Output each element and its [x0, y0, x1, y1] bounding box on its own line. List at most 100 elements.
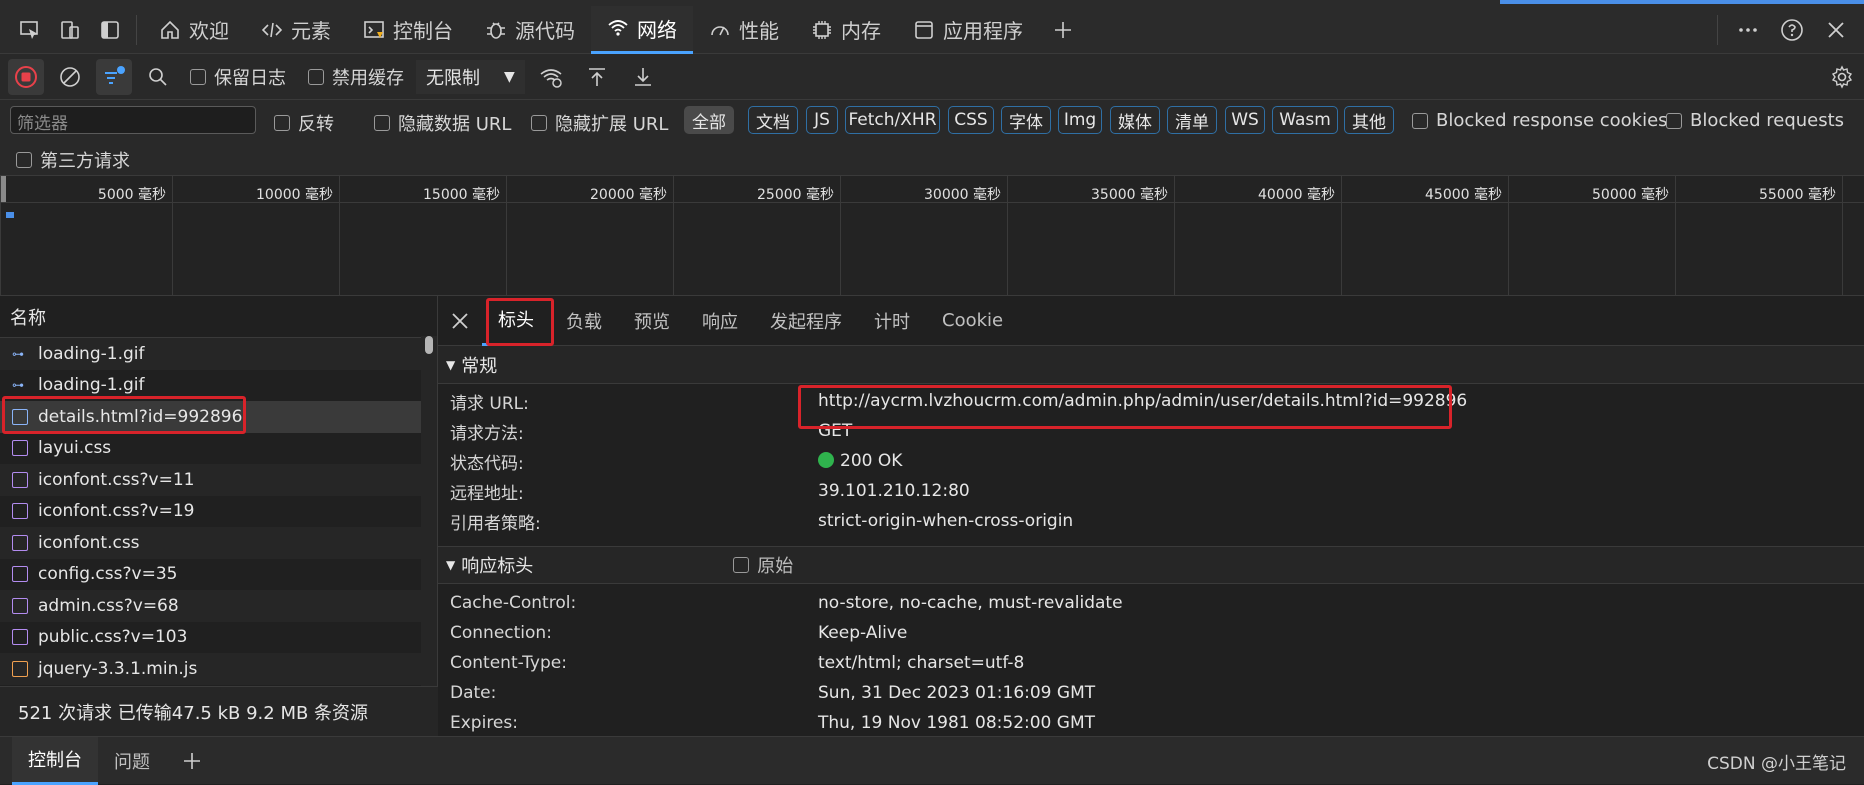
checkbox-icon — [1412, 112, 1428, 129]
record-stop-icon[interactable] — [8, 58, 44, 95]
settings-gear-icon[interactable] — [1822, 57, 1862, 97]
type-filter-wasm[interactable]: Wasm — [1272, 106, 1338, 134]
chevron-down-icon: ▼ — [504, 68, 515, 85]
header-row: Content-Type: text/html; charset=utf-8 — [450, 653, 1025, 673]
tab-application[interactable]: 应用程序 — [897, 6, 1039, 54]
tab-payload[interactable]: 负载 — [550, 296, 618, 346]
filter-input[interactable]: 筛选器 — [10, 106, 256, 134]
network-conditions-icon[interactable] — [531, 57, 571, 97]
tab-sources[interactable]: 源代码 — [469, 6, 591, 54]
caret-down-icon: ▼ — [446, 357, 456, 372]
close-detail-icon[interactable] — [438, 296, 482, 346]
disable-cache-checkbox[interactable]: 禁用缓存 — [308, 64, 404, 90]
highlight-box — [486, 298, 554, 346]
timeline-tick: 50000 毫秒 — [1508, 176, 1675, 296]
sidebar-toggle-icon[interactable] — [90, 10, 130, 50]
tab-performance[interactable]: 性能 — [693, 6, 795, 54]
type-filter-doc[interactable]: 文档 — [748, 106, 798, 134]
type-filter-manifest[interactable]: 清单 — [1167, 106, 1217, 134]
type-filter-all[interactable]: 全部 — [684, 106, 734, 134]
tab-console[interactable]: 控制台 — [347, 6, 469, 54]
checkbox-icon — [374, 115, 390, 131]
css-file-icon — [12, 566, 28, 583]
network-toolbar: 保留日志 禁用缓存 无限制 ▼ — [0, 54, 1864, 100]
general-section-header[interactable]: ▼ 常规 — [438, 346, 1864, 384]
list-item[interactable]: config.css?v=35 — [0, 559, 437, 591]
status-ok-icon — [818, 452, 834, 468]
clear-icon[interactable] — [50, 57, 90, 97]
type-filter-css[interactable]: CSS — [948, 106, 994, 134]
list-item[interactable]: ⊶ loading-1.gif — [0, 338, 437, 370]
js-file-icon — [12, 660, 28, 677]
list-item[interactable]: jquery-3.3.1.min.js — [0, 653, 437, 685]
blocked-cookies-checkbox[interactable]: Blocked response cookies — [1412, 110, 1668, 131]
list-item[interactable]: layui.css — [0, 433, 437, 465]
image-file-icon: ⊶ — [12, 378, 24, 393]
image-file-icon: ⊶ — [12, 346, 24, 361]
hide-data-urls-checkbox[interactable]: 隐藏数据 URL — [374, 110, 511, 136]
type-filter-media[interactable]: 媒体 — [1110, 106, 1160, 134]
type-filter-js[interactable]: JS — [806, 106, 838, 134]
name-column-header[interactable]: 名称 — [0, 296, 437, 338]
add-tab-icon[interactable] — [1043, 10, 1083, 50]
checkbox-icon — [733, 557, 750, 573]
type-filter-ws[interactable]: WS — [1225, 106, 1265, 134]
list-item[interactable]: iconfont.css — [0, 527, 437, 559]
watermark: CSDN @小王笔记 — [1707, 754, 1846, 774]
export-har-icon[interactable] — [623, 57, 663, 97]
drawer-tab-console[interactable]: 控制台 — [12, 736, 98, 785]
tab-memory[interactable]: 内存 — [795, 6, 897, 54]
invert-checkbox[interactable]: 反转 — [274, 110, 334, 136]
list-item[interactable]: admin.css?v=68 — [0, 590, 437, 622]
filter-toggle-icon[interactable] — [96, 58, 132, 95]
type-filter-other[interactable]: 其他 — [1344, 106, 1394, 134]
more-icon[interactable] — [1728, 10, 1768, 50]
drawer-tab-issues[interactable]: 问题 — [98, 737, 166, 785]
preserve-log-checkbox[interactable]: 保留日志 — [190, 64, 286, 90]
type-filter-fetch-xhr[interactable]: Fetch/XHR — [845, 106, 940, 134]
import-har-icon[interactable] — [577, 57, 617, 97]
highlight-box — [2, 396, 246, 434]
timeline-tick: 20000 毫秒 — [506, 176, 673, 296]
tab-timing[interactable]: 计时 — [858, 296, 926, 346]
home-icon — [159, 19, 181, 41]
list-item[interactable]: iconfont.css?v=11 — [0, 464, 437, 496]
timeline-overview[interactable]: 5000 毫秒 10000 毫秒 15000 毫秒 20000 毫秒 25000… — [0, 176, 1864, 296]
request-list: 名称 ⊶ loading-1.gif ⊶ loading-1.gif details… — [0, 296, 438, 736]
type-filter-img[interactable]: Img — [1058, 106, 1102, 134]
raw-headers-checkbox[interactable]: 原始 — [733, 552, 793, 578]
third-party-checkbox[interactable]: 第三方请求 — [16, 147, 130, 173]
tab-response[interactable]: 响应 — [686, 296, 754, 346]
header-row: 状态代码: 200 OK — [450, 451, 903, 474]
search-icon[interactable] — [138, 57, 178, 97]
css-file-icon — [12, 471, 28, 488]
add-drawer-tab-icon[interactable] — [166, 737, 218, 785]
blocked-requests-checkbox[interactable]: Blocked requests — [1666, 110, 1844, 131]
tab-network[interactable]: 网络 — [591, 5, 693, 54]
hide-extension-urls-checkbox[interactable]: 隐藏扩展 URL — [531, 110, 668, 136]
wifi-icon — [607, 17, 629, 39]
checkbox-icon — [1666, 112, 1682, 129]
help-icon[interactable] — [1772, 10, 1812, 50]
css-file-icon — [12, 503, 28, 520]
scrollbar[interactable] — [421, 336, 437, 716]
timeline-tick: 25000 毫秒 — [673, 176, 840, 296]
close-devtools-icon[interactable] — [1816, 10, 1856, 50]
inspect-icon[interactable] — [10, 10, 50, 50]
tab-preview[interactable]: 预览 — [618, 296, 686, 346]
timeline-tick: 5000 毫秒 — [0, 176, 172, 296]
list-item[interactable]: public.css?v=103 — [0, 622, 437, 654]
bug-icon — [485, 19, 507, 41]
devtools-tabbar: 欢迎 元素 控制台 源代码 网络 性能 内存 应用程序 — [0, 5, 1864, 54]
tab-elements[interactable]: 元素 — [245, 6, 347, 54]
throttle-select[interactable]: 无限制 ▼ — [416, 59, 525, 94]
tab-welcome[interactable]: 欢迎 — [143, 6, 245, 54]
list-item[interactable]: iconfont.css?v=19 — [0, 496, 437, 528]
device-toggle-icon[interactable] — [50, 10, 90, 50]
tab-cookies[interactable]: Cookie — [926, 296, 1019, 346]
type-filter-font[interactable]: 字体 — [1001, 106, 1051, 134]
tab-initiator[interactable]: 发起程序 — [754, 296, 858, 346]
timeline-tick: 40000 毫秒 — [1174, 176, 1341, 296]
response-headers-section-header[interactable]: ▼ 响应标头 原始 — [438, 546, 1864, 584]
timeline-tick: 45000 毫秒 — [1341, 176, 1508, 296]
